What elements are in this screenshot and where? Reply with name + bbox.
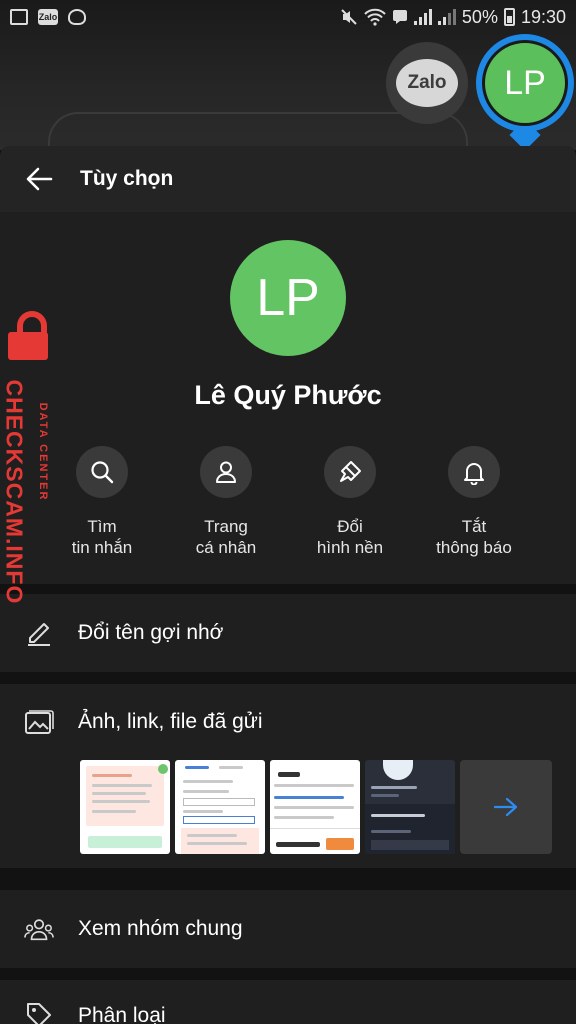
message-icon xyxy=(392,10,407,24)
media-thumbnail[interactable] xyxy=(270,760,360,854)
person-icon xyxy=(200,446,252,498)
page-title: Tùy chọn xyxy=(80,167,174,190)
change-wallpaper-button[interactable]: Đổi hình nền xyxy=(288,446,412,558)
mute-icon xyxy=(341,9,357,25)
change-wallpaper-label: Đổi hình nền xyxy=(316,517,384,557)
battery-percent: 50% xyxy=(461,6,498,27)
media-thumbnails xyxy=(80,760,552,854)
options-header: Tùy chọn xyxy=(0,146,576,212)
bell-icon xyxy=(448,446,500,498)
mute-notifications-label: Tắt thông báo xyxy=(436,517,512,557)
gallery-notification-icon xyxy=(10,9,28,25)
media-label: Ảnh, link, file đã gửi xyxy=(78,710,263,733)
tag-icon xyxy=(24,1000,54,1024)
classify-row[interactable]: Phân loại xyxy=(0,980,576,1024)
common-groups-row[interactable]: Xem nhóm chung xyxy=(0,890,576,968)
profile-page-label: Trang cá nhân xyxy=(195,517,257,557)
watermark-title: CHECKSCAM.INFO xyxy=(1,379,28,605)
media-thumbnail[interactable] xyxy=(80,760,170,854)
rename-row[interactable]: Đổi tên gợi nhớ xyxy=(0,594,576,672)
options-panel: Tùy chọn LP Lê Quý Phước Tìm tin nhắn Tr… xyxy=(0,146,576,1024)
watermark: DATA CENTER CHECKSCAM.INFO xyxy=(0,306,60,604)
profile-name: Lê Quý Phước xyxy=(194,380,382,410)
status-bar: Zalo 50% 19:30 xyxy=(0,0,576,34)
avatar[interactable]: LP xyxy=(230,240,346,356)
clock: 19:30 xyxy=(520,6,566,27)
search-icon xyxy=(76,446,128,498)
contact-chat-head-avatar: LP xyxy=(482,40,568,126)
media-thumbnail[interactable] xyxy=(175,760,265,854)
zalo-notification-icon: Zalo xyxy=(38,9,58,25)
search-messages-label: Tìm tin nhắn xyxy=(71,517,133,557)
more-media-button[interactable] xyxy=(460,760,552,854)
signal-icon xyxy=(413,9,432,25)
profile-section: LP Lê Quý Phước Tìm tin nhắn Trang cá nh… xyxy=(0,212,576,584)
media-thumbnail[interactable] xyxy=(365,760,455,854)
profile-page-button[interactable]: Trang cá nhân xyxy=(164,446,288,558)
paint-brush-icon xyxy=(324,446,376,498)
zalo-chat-head[interactable]: Zalo xyxy=(386,42,468,124)
common-groups-label: Xem nhóm chung xyxy=(78,917,243,940)
pencil-icon xyxy=(24,618,54,648)
mute-notifications-button[interactable]: Tắt thông báo xyxy=(412,446,536,558)
contact-chat-head[interactable]: LP xyxy=(476,34,574,132)
back-arrow-icon[interactable] xyxy=(24,164,54,194)
group-icon xyxy=(24,914,54,944)
watermark-subtitle: DATA CENTER xyxy=(37,402,49,502)
rename-label: Đổi tên gợi nhớ xyxy=(78,621,224,644)
wifi-icon xyxy=(364,8,386,26)
arrow-right-icon xyxy=(493,797,518,817)
quick-actions: Tìm tin nhắn Trang cá nhân Đổi hình nền … xyxy=(40,446,536,558)
lock-icon xyxy=(8,311,48,360)
classify-label: Phân loại xyxy=(78,1004,166,1024)
zalo-logo: Zalo xyxy=(396,59,458,107)
gallery-icon xyxy=(24,708,54,738)
signal-2-icon xyxy=(437,9,456,25)
cat-notification-icon xyxy=(68,9,86,25)
battery-icon xyxy=(503,8,515,26)
